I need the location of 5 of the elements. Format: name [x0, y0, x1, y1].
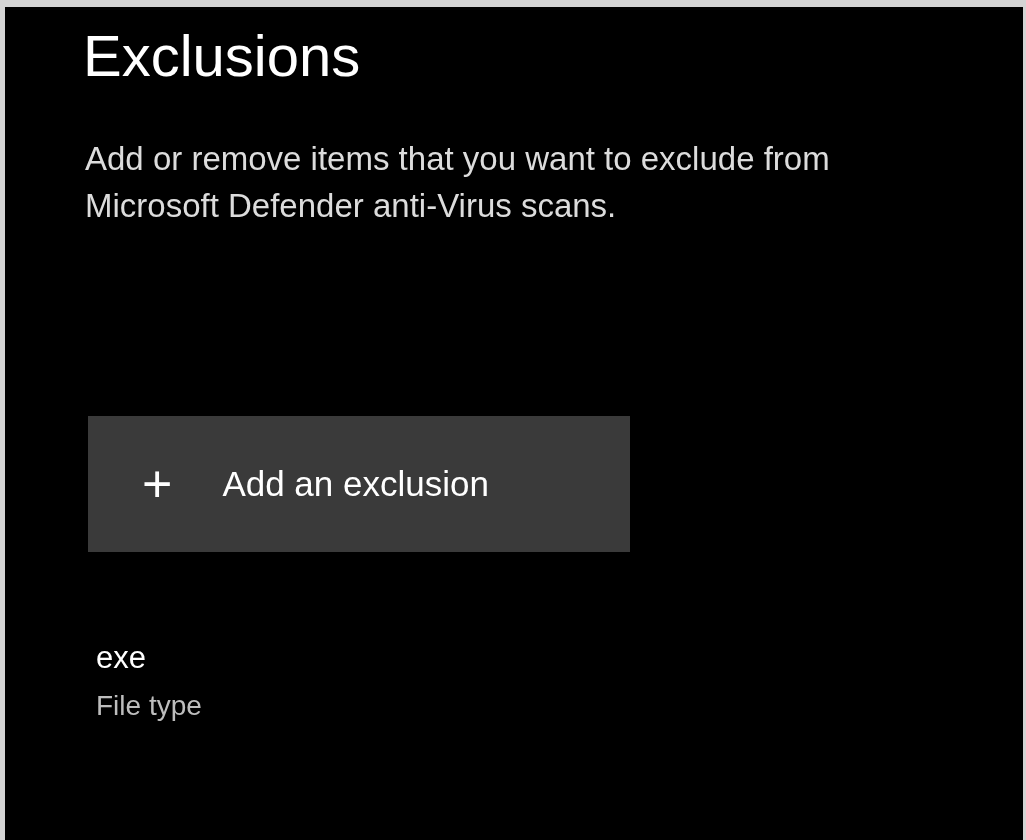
page-title: Exclusions [83, 22, 362, 90]
description: Add or remove items that you want to exclude from Microsoft Defender anti-Virus scans. [85, 138, 831, 227]
add-exclusion-button[interactable]: + Add an exclusion [88, 416, 630, 553]
exclusion-type: File type [96, 690, 203, 723]
exclusion-name[interactable]: exe [96, 640, 1023, 677]
